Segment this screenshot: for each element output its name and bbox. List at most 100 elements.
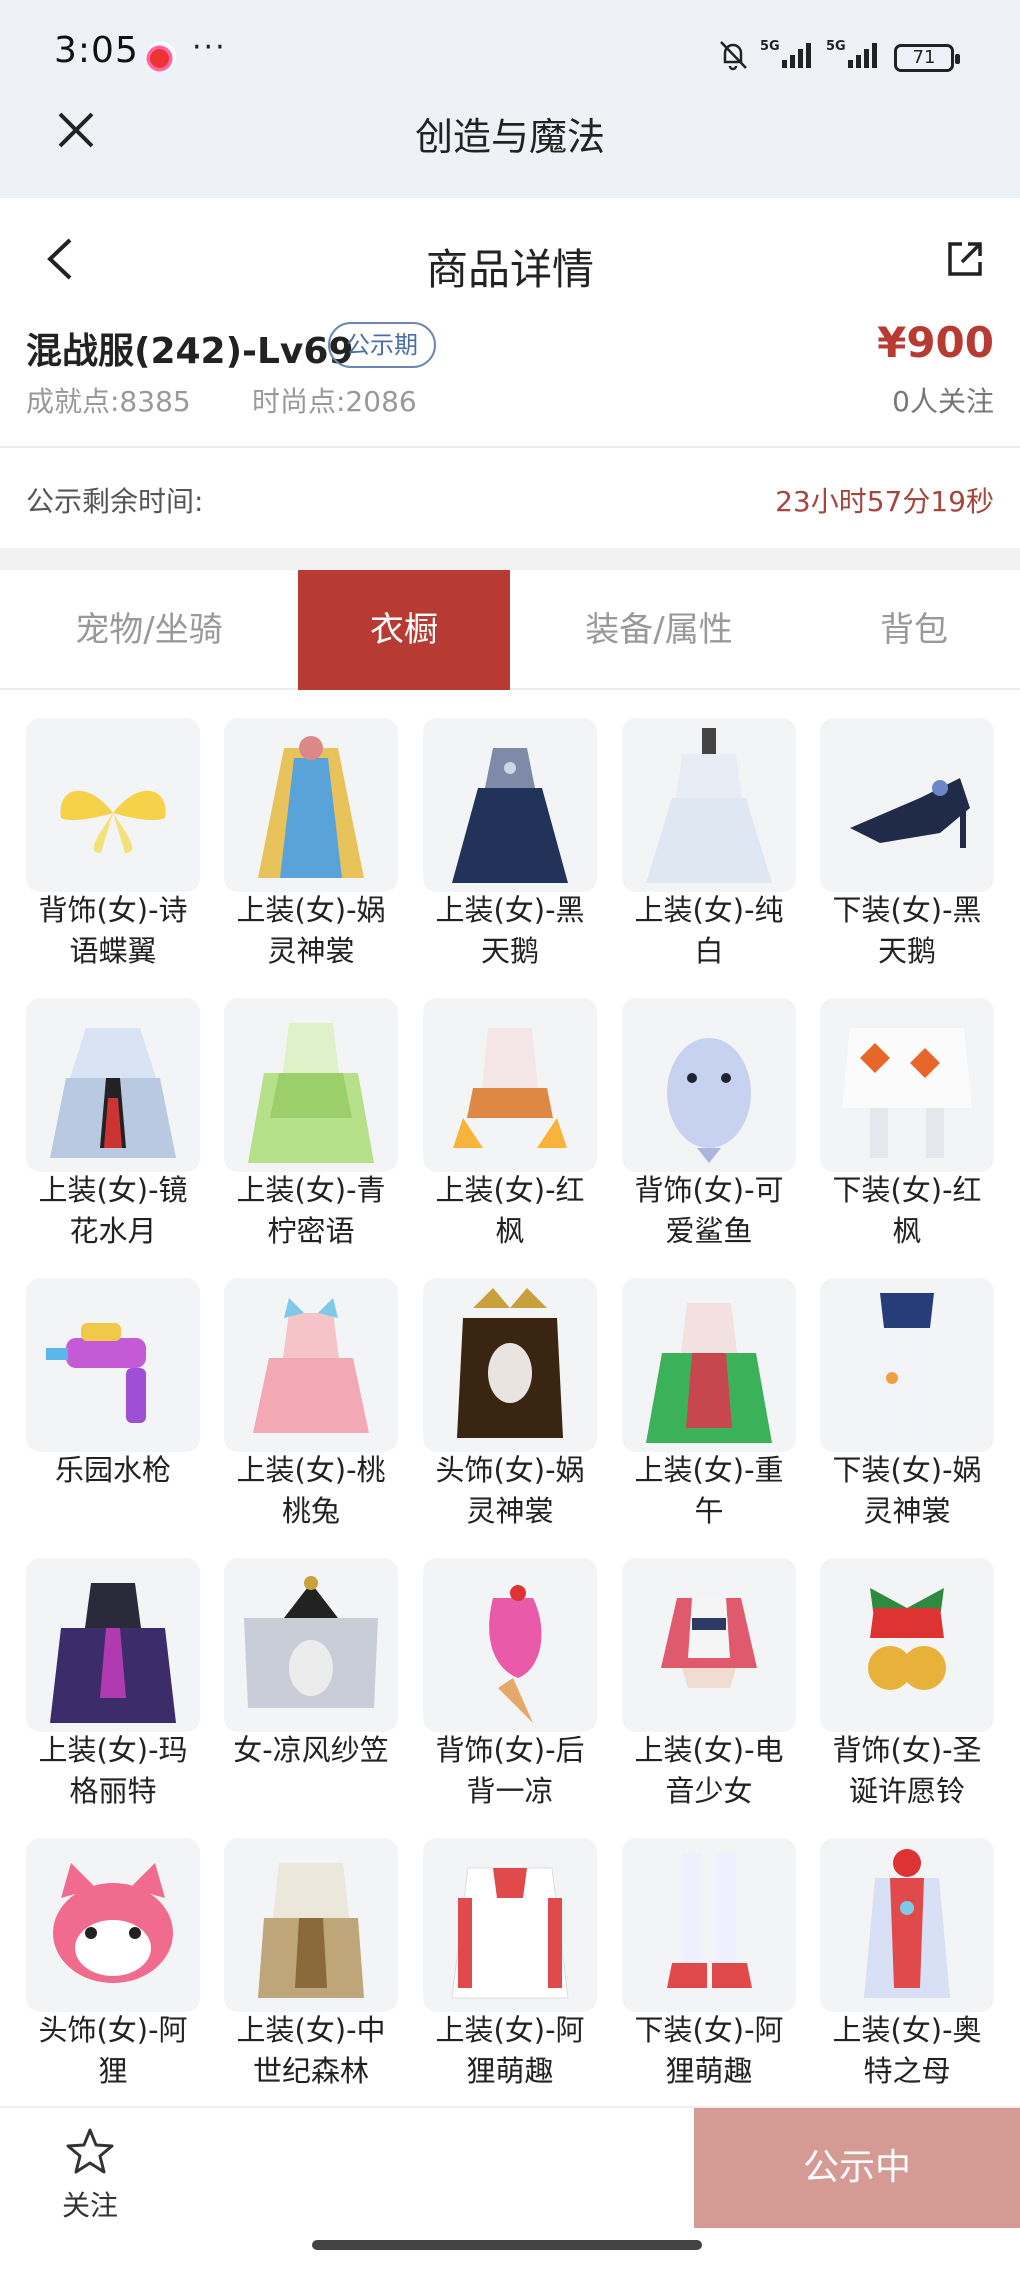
page-header: 商品详情 — [0, 198, 1020, 322]
wardrobe-item-label: 头饰(女)-娲 灵神裳 — [413, 1450, 607, 1532]
tab-pets-mounts[interactable]: 宠物/坐骑 — [0, 570, 298, 690]
share-icon[interactable] — [944, 238, 986, 280]
wardrobe-item-label: 上装(女)-电 音少女 — [612, 1730, 806, 1812]
wardrobe-item[interactable]: 上装(女)-红枫 — [423, 998, 597, 1268]
medieval-forest-top-icon — [224, 1838, 398, 2012]
electro-jacket-icon — [622, 1558, 796, 1732]
item-label-line2: 枫 — [892, 1214, 922, 1248]
maple-skirt-icon — [820, 998, 994, 1172]
wardrobe-item-label: 下装(女)-红枫 — [810, 1170, 1004, 1252]
wardrobe-item[interactable]: 上装(女)-纯白 — [622, 718, 796, 988]
star-icon — [66, 2128, 114, 2174]
wardrobe-item-label: 下装(女)-阿 狸萌趣 — [612, 2010, 806, 2092]
app-top-bar: 3:05 ··· 5G 5G 71 创造与魔法 — [0, 0, 1020, 198]
tab-backpack[interactable]: 背包 — [808, 570, 1020, 690]
mirror-flower-robe-icon — [26, 998, 200, 1172]
green-festival-dress-icon — [622, 1278, 796, 1452]
wardrobe-item[interactable]: 下装(女)-红枫 — [820, 998, 994, 1268]
wardrobe-item[interactable]: 上装(女)-娲 灵神裳 — [224, 718, 398, 988]
item-label-line2: 午 — [694, 1494, 724, 1528]
wardrobe-item-label: 头饰(女)-阿狸 — [16, 2010, 210, 2092]
item-label-line2: 花水月 — [69, 1214, 157, 1248]
signal-5g-icon: 5G — [760, 39, 811, 68]
wardrobe-item[interactable]: 上装(女)-镜 花水月 — [26, 998, 200, 1268]
page-title: 商品详情 — [425, 245, 594, 294]
item-label-line2: 音少女 — [665, 1774, 753, 1808]
signal-5g-icon: 5G — [826, 39, 877, 68]
wardrobe-item-label: 下装(女)-娲 灵神裳 — [810, 1450, 1004, 1532]
wardrobe-item[interactable]: 上装(女)-青 柠密语 — [224, 998, 398, 1268]
wardrobe-item-label: 上装(女)-娲 灵神裳 — [214, 890, 408, 972]
wardrobe-item-label: 上装(女)-红枫 — [413, 1170, 607, 1252]
item-label-line2: 桃兔 — [281, 1494, 340, 1528]
item-label-line2: 天鹅 — [480, 934, 539, 968]
goddess-robe-icon — [224, 718, 398, 892]
item-label-line1: 上装(女)-电 — [634, 1733, 784, 1767]
home-indicator[interactable] — [312, 2240, 702, 2250]
publicity-status-button[interactable]: 公示中 — [694, 2108, 1020, 2228]
wardrobe-item[interactable]: 下装(女)-阿 狸萌趣 — [622, 1838, 796, 2108]
ice-cream-back-icon — [423, 1558, 597, 1732]
weibo-icon — [146, 42, 176, 72]
wardrobe-item[interactable]: 上装(女)-中 世纪森林 — [224, 1838, 398, 2108]
wardrobe-item[interactable]: 背饰(女)-圣 诞许愿铃 — [820, 1558, 994, 1828]
item-label-line1: 背饰(女)-圣 — [832, 1733, 982, 1767]
app-title: 创造与魔法 — [414, 115, 605, 159]
pink-bunny-dress-icon — [224, 1278, 398, 1452]
wardrobe-item[interactable]: 上装(女)-电 音少女 — [622, 1558, 796, 1828]
countdown-value: 23小时57分19秒 — [775, 485, 994, 518]
wardrobe-item[interactable]: 头饰(女)-娲 灵神裳 — [423, 1278, 597, 1548]
countdown-label: 公示剩余时间: — [26, 485, 204, 518]
wardrobe-item-label: 背饰(女)-后 背一凉 — [413, 1730, 607, 1812]
product-info: 混战服(242)-Lv69 公示期 成就点:8385 时尚点:2086 ¥900… — [0, 318, 1020, 446]
wardrobe-item[interactable]: 背饰(女)-后 背一凉 — [423, 1558, 597, 1828]
item-label-line1: 上装(女)-纯 — [634, 893, 784, 927]
more-dots-icon: ··· — [192, 30, 227, 65]
item-label-line1: 上装(女)-黑 — [435, 893, 585, 927]
item-label-line1: 乐园水枪 — [54, 1453, 171, 1487]
ali-fox-head-icon — [26, 1838, 200, 2012]
wardrobe-item[interactable]: 女-凉风纱笠 — [224, 1558, 398, 1828]
wardrobe-item[interactable]: 上装(女)-阿 狸萌趣 — [423, 1838, 597, 2108]
wardrobe-item[interactable]: 乐园水枪 — [26, 1278, 200, 1548]
wardrobe-item[interactable]: 下装(女)-娲 灵神裳 — [820, 1278, 994, 1548]
wardrobe-item-label: 上装(女)-青 柠密语 — [214, 1170, 408, 1252]
item-label-line1: 上装(女)-桃 — [236, 1453, 386, 1487]
wardrobe-item-label: 背饰(女)-诗 语蝶翼 — [16, 890, 210, 972]
tab-wardrobe[interactable]: 衣橱 — [298, 570, 510, 690]
goddess-headdress-icon — [423, 1278, 597, 1452]
item-label-line1: 上装(女)-奥 — [832, 2013, 982, 2047]
wardrobe-item-label: 上装(女)-镜 花水月 — [16, 1170, 210, 1252]
wardrobe-item-label: 背饰(女)-圣 诞许愿铃 — [810, 1730, 1004, 1812]
item-label-line1: 上装(女)-镜 — [38, 1173, 188, 1207]
wardrobe-item[interactable]: 头饰(女)-阿狸 — [26, 1838, 200, 2108]
tab-equipment-attributes[interactable]: 装备/属性 — [510, 570, 808, 690]
item-label-line2: 灵神裳 — [466, 1494, 554, 1528]
product-name: 混战服(242)-Lv69 — [26, 331, 354, 372]
wardrobe-item[interactable]: 上装(女)-黑 天鹅 — [423, 718, 597, 988]
wardrobe-item[interactable]: 背饰(女)-诗 语蝶翼 — [26, 718, 200, 988]
item-label-line1: 上装(女)-青 — [236, 1173, 386, 1207]
item-label-line2: 灵神裳 — [267, 934, 355, 968]
silent-bell-icon — [720, 41, 747, 71]
wardrobe-item[interactable]: 上装(女)-桃 桃兔 — [224, 1278, 398, 1548]
wardrobe-item-label: 上装(女)-玛 格丽特 — [16, 1730, 210, 1812]
wardrobe-item[interactable]: 上装(女)-奥 特之母 — [820, 1838, 994, 2108]
item-label-line1: 头饰(女)-娲 — [435, 1453, 585, 1487]
wardrobe-item-label: 上装(女)-中 世纪森林 — [214, 2010, 408, 2092]
wardrobe-item[interactable]: 下装(女)-黑 天鹅 — [820, 718, 994, 988]
item-label-line2: 狸萌趣 — [466, 2054, 554, 2088]
lime-dress-icon — [224, 998, 398, 1172]
water-gun-icon — [26, 1278, 200, 1452]
item-label-line2: 狸 — [98, 2054, 128, 2088]
wardrobe-item[interactable]: 上装(女)-重午 — [622, 1278, 796, 1548]
item-label-line2: 世纪森林 — [252, 2054, 369, 2088]
status-time: 3:05 — [54, 30, 139, 71]
wardrobe-item-label: 上装(女)-奥 特之母 — [810, 2010, 1004, 2092]
favorite-button[interactable]: 关注 — [40, 2122, 140, 2232]
wardrobe-item[interactable]: 上装(女)-玛 格丽特 — [26, 1558, 200, 1828]
wardrobe-item-label: 女-凉风纱笠 — [214, 1730, 408, 1771]
item-label-line2: 特之母 — [863, 2054, 951, 2088]
wardrobe-item[interactable]: 背饰(女)-可 爱鲨鱼 — [622, 998, 796, 1268]
item-label-line1: 女-凉风纱笠 — [233, 1733, 389, 1767]
